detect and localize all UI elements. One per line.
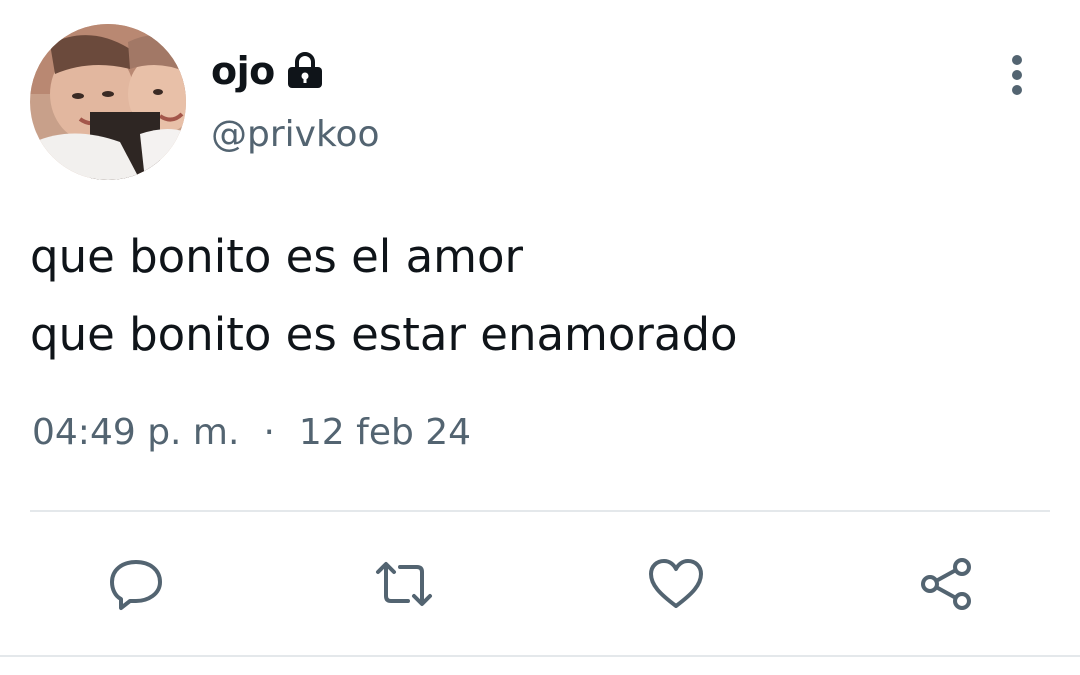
lock-icon (284, 50, 326, 92)
divider (0, 655, 1080, 657)
avatar[interactable] (30, 24, 186, 180)
share-button[interactable] (914, 552, 978, 616)
tweet-time[interactable]: 04:49 p. m. (32, 412, 239, 453)
reply-button[interactable] (104, 552, 168, 616)
tweet-text: que bonito es el amor que bonito es esta… (30, 218, 1050, 374)
share-icon (921, 558, 971, 610)
display-name[interactable]: ojo (211, 49, 275, 93)
tweet-text-line: que bonito es estar enamorado (30, 308, 738, 361)
separator-dot: · (263, 412, 275, 453)
user-name-row: ojo (211, 44, 326, 98)
profile-photo (30, 24, 186, 180)
divider (30, 510, 1050, 512)
more-options-button[interactable] (996, 48, 1038, 102)
like-icon (649, 559, 703, 608)
reply-icon (110, 560, 162, 610)
like-button[interactable] (644, 552, 708, 616)
retweet-button[interactable] (372, 552, 436, 616)
tweet-timestamp: 04:49 p. m. · 12 feb 24 (32, 412, 471, 453)
more-vertical-icon (1012, 55, 1022, 95)
tweet-date[interactable]: 12 feb 24 (299, 412, 471, 453)
user-handle[interactable]: @privkoo (211, 114, 380, 155)
tweet-text-line: que bonito es el amor (30, 230, 524, 283)
retweet-icon (376, 562, 432, 606)
